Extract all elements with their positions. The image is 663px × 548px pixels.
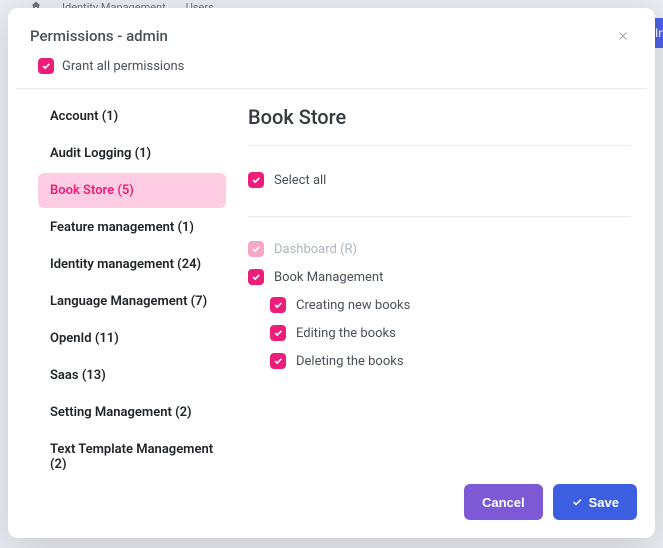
modal-title: Permissions - admin: [30, 27, 168, 45]
check-icon: [273, 356, 283, 366]
check-icon: [251, 175, 261, 185]
sidebar-item[interactable]: Account (1): [38, 99, 226, 134]
check-icon: [571, 496, 583, 508]
permission-label: Deleting the books: [296, 354, 404, 369]
sidebar-item[interactable]: Language Management (7): [38, 284, 226, 319]
permission-children: Creating new books Editing the books Delet…: [248, 291, 631, 375]
sidebar-item[interactable]: OpenId (11): [38, 321, 226, 356]
sidebar-item[interactable]: Identity management (24): [38, 247, 226, 282]
permission-checkbox[interactable]: [270, 353, 286, 369]
check-icon: [273, 300, 283, 310]
sidebar-item[interactable]: Book Store (5): [38, 173, 226, 208]
cancel-label: Cancel: [482, 495, 525, 510]
modal-footer: Cancel Save: [8, 470, 655, 538]
permission-label: Editing the books: [296, 326, 396, 341]
permission-row: Dashboard (R): [248, 235, 631, 263]
permission-row: Deleting the books: [270, 347, 631, 375]
permission-label: Creating new books: [296, 298, 410, 313]
permission-row: Book Management: [248, 263, 631, 291]
permission-group-sidebar: Account (1)Audit Logging (1)Book Store (…: [16, 89, 226, 470]
sidebar-item[interactable]: Saas (13): [38, 358, 226, 393]
sidebar-item[interactable]: Text Template Management (2): [38, 432, 226, 470]
save-button[interactable]: Save: [553, 484, 637, 520]
sidebar-item[interactable]: Setting Management (2): [38, 395, 226, 430]
section-title: Book Store: [248, 105, 631, 146]
permission-checkbox[interactable]: [270, 297, 286, 313]
grant-all-label: Grant all permissions: [62, 59, 184, 74]
close-icon: [616, 29, 630, 43]
close-button[interactable]: [613, 26, 633, 46]
grant-all-checkbox[interactable]: [38, 58, 54, 74]
sidebar-item[interactable]: Feature management (1): [38, 210, 226, 245]
save-label: Save: [589, 495, 619, 510]
permission-content: Book Store Select all Dashboard (R) Book …: [226, 89, 647, 470]
grant-all-row: Grant all permissions: [16, 58, 647, 89]
sidebar-item[interactable]: Audit Logging (1): [38, 136, 226, 171]
permission-checkbox[interactable]: [270, 325, 286, 341]
check-icon: [251, 272, 261, 282]
permission-list: Dashboard (R) Book Management Creating new…: [248, 217, 631, 375]
check-icon: [273, 328, 283, 338]
permission-label: Dashboard (R): [274, 242, 357, 257]
select-all-label: Select all: [274, 173, 326, 188]
cancel-button[interactable]: Cancel: [464, 484, 543, 520]
check-icon: [41, 61, 51, 71]
check-icon: [251, 244, 261, 254]
permission-label: Book Management: [274, 270, 383, 285]
modal-header: Permissions - admin: [8, 8, 655, 58]
select-all-checkbox[interactable]: [248, 172, 264, 188]
permissions-modal: Permissions - admin Grant all permission…: [8, 8, 655, 538]
modal-body: Account (1)Audit Logging (1)Book Store (…: [8, 89, 655, 470]
select-all-block: Select all: [248, 146, 631, 217]
permission-row: Creating new books: [270, 291, 631, 319]
permission-checkbox[interactable]: [248, 269, 264, 285]
permission-checkbox: [248, 241, 264, 257]
permission-row: Editing the books: [270, 319, 631, 347]
